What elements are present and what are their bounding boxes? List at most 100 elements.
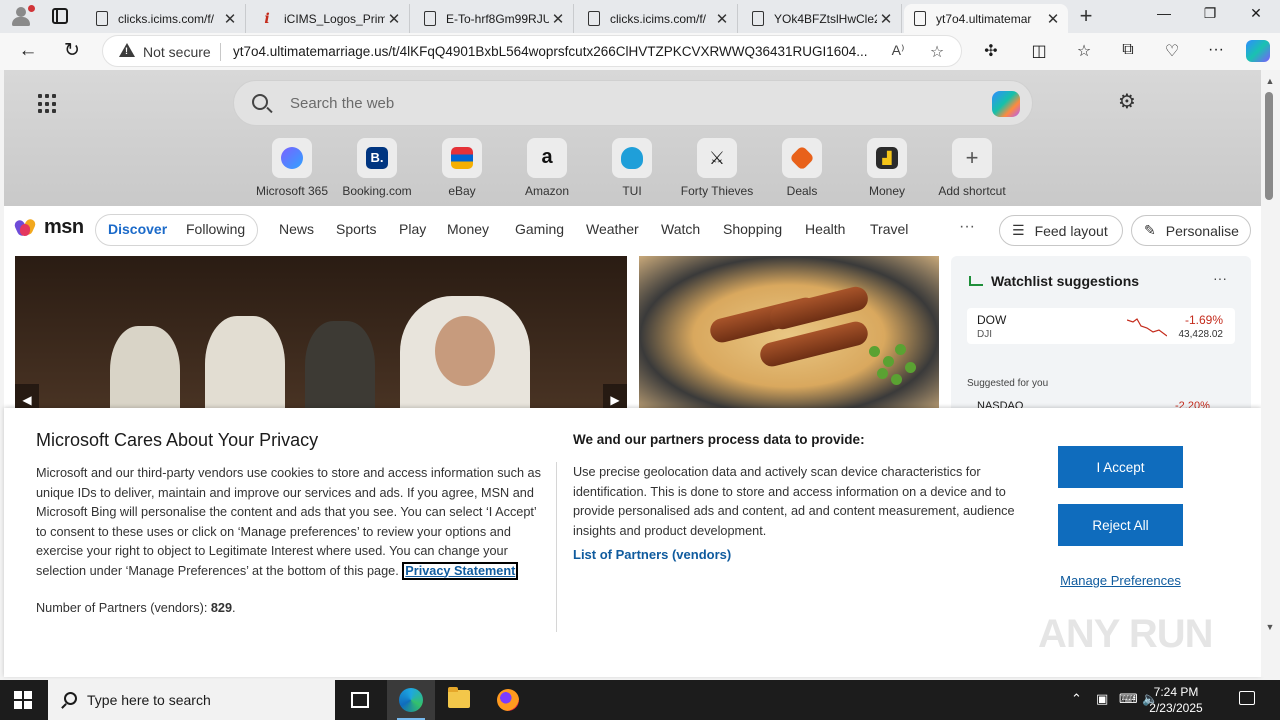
close-tab-icon[interactable]: ✕ <box>385 10 403 28</box>
tab-following[interactable]: Following <box>186 221 245 237</box>
favorites-icon[interactable]: ☆ <box>1072 41 1096 63</box>
windows-start-icon[interactable] <box>14 691 32 709</box>
close-tab-icon[interactable]: ✕ <box>1044 10 1062 28</box>
web-search-box[interactable]: Search the web <box>233 80 1033 126</box>
split-screen-icon[interactable]: ◫ <box>1027 41 1051 63</box>
edge-taskbar-button[interactable] <box>387 680 435 720</box>
back-arrow-icon[interactable]: ← <box>14 39 42 63</box>
nav-play[interactable]: Play <box>399 221 426 237</box>
nav-weather[interactable]: Weather <box>586 221 639 237</box>
partners-list-link[interactable]: List of Partners (vendors) <box>573 547 731 562</box>
browser-tab[interactable]: clicks.icims.com/f/ ✕ <box>86 4 246 33</box>
copilot-icon[interactable] <box>1246 40 1270 62</box>
reject-all-button[interactable]: Reject All <box>1058 504 1183 546</box>
scroll-up-icon[interactable]: ▲ <box>1264 76 1276 86</box>
extensions-puzzle-icon[interactable]: ✣ <box>979 41 1003 63</box>
network-icon[interactable]: ⌨ <box>1119 691 1138 707</box>
add-shortcut-button[interactable]: + Add shortcut <box>932 138 1012 198</box>
nav-sports[interactable]: Sports <box>336 221 376 237</box>
collections-icon[interactable]: ⧉ <box>1116 41 1140 63</box>
nav-money[interactable]: Money <box>447 221 489 237</box>
shortcut-label: Amazon <box>524 184 570 198</box>
close-tab-icon[interactable]: ✕ <box>549 10 567 28</box>
scroll-down-icon[interactable]: ▼ <box>1264 622 1276 632</box>
shortcut-microsoft365[interactable]: Microsoft 365 <box>252 138 332 198</box>
read-aloud-icon[interactable]: A⁾ <box>887 42 909 59</box>
profile-avatar-icon[interactable] <box>9 5 35 27</box>
app-launcher-icon[interactable] <box>38 94 58 114</box>
tab-actions-icon[interactable] <box>52 8 68 24</box>
shortcut-money[interactable]: ▟ Money <box>847 138 927 198</box>
gear-icon[interactable]: ⚙ <box>1117 92 1137 112</box>
browser-tab[interactable]: i iCIMS_Logos_Prim ✕ <box>250 4 410 33</box>
taskbar-search-box[interactable]: Type here to search <box>48 680 335 720</box>
task-view-button[interactable] <box>336 680 384 720</box>
chevron-up-icon[interactable]: ⌃ <box>1071 691 1082 707</box>
partners-count-value: 829 <box>210 601 233 615</box>
nav-travel[interactable]: Travel <box>870 221 908 237</box>
browser-tab[interactable]: clicks.icims.com/f/ ✕ <box>578 4 738 33</box>
news-card-image[interactable] <box>15 256 627 416</box>
file-explorer-button[interactable] <box>435 680 483 720</box>
notification-icon[interactable] <box>1239 691 1255 705</box>
privacy-statement-link[interactable]: Privacy Statement <box>402 561 519 580</box>
browser-tab[interactable]: E-To-hrf8Gm99RJU ✕ <box>414 4 574 33</box>
deals-tag-icon <box>789 145 815 171</box>
close-window-icon[interactable]: ✕ <box>1233 5 1279 22</box>
more-options-icon[interactable]: ··· <box>1204 41 1228 63</box>
privacy-body: Microsoft and our third-party vendors us… <box>36 464 546 581</box>
close-tab-icon[interactable]: ✕ <box>713 10 731 28</box>
shortcut-tui[interactable]: TUI <box>592 138 672 198</box>
tab-title: clicks.icims.com/f/ <box>118 11 214 26</box>
quote-row[interactable]: DOW DJI -1.69% 43,428.02 <box>967 308 1235 344</box>
close-tab-icon[interactable]: ✕ <box>221 10 239 28</box>
privacy-title: Microsoft Cares About Your Privacy <box>36 430 319 450</box>
nav-watch[interactable]: Watch <box>661 221 700 237</box>
shortcut-ebay[interactable]: eBay <box>422 138 502 198</box>
copilot-icon[interactable] <box>992 91 1020 117</box>
feed-layout-button[interactable]: ☰ Feed layout <box>999 215 1123 246</box>
more-nav-icon[interactable]: ··· <box>959 218 975 236</box>
browser-tab[interactable]: YOk4BFZtslHwCle2 ✕ <box>742 4 902 33</box>
nav-news[interactable]: News <box>279 221 314 237</box>
partners-count: Number of Partners (vendors): 829. <box>36 601 236 615</box>
scroll-thumb[interactable] <box>1265 92 1273 200</box>
shortcut-booking[interactable]: B. Booking.com <box>337 138 417 198</box>
tab-discover[interactable]: Discover <box>108 221 167 237</box>
minimize-icon[interactable]: — <box>1141 5 1187 21</box>
process-title: We and our partners process data to prov… <box>573 432 865 447</box>
url-text[interactable]: yt7o4.ultimatemarriage.us/t/4lKFqQ4901Bx… <box>233 44 873 59</box>
food-card-image[interactable] <box>639 256 939 416</box>
restore-icon[interactable]: ❐ <box>1187 5 1233 22</box>
warning-icon[interactable] <box>119 43 135 57</box>
task-view-icon <box>351 692 369 708</box>
refresh-icon[interactable]: ↻ <box>58 39 86 63</box>
personalise-label: Personalise <box>1165 222 1239 239</box>
new-tab-plus-icon[interactable]: + <box>1076 5 1096 27</box>
accept-button[interactable]: I Accept <box>1058 446 1183 488</box>
nav-health[interactable]: Health <box>805 221 845 237</box>
shortcut-amazon[interactable]: a Amazon <box>507 138 587 198</box>
nav-gaming[interactable]: Gaming <box>515 221 564 237</box>
more-options-icon[interactable]: ··· <box>1213 270 1227 286</box>
tab-strip: clicks.icims.com/f/ ✕ i iCIMS_Logos_Prim… <box>0 0 1280 33</box>
firefox-taskbar-button[interactable] <box>484 680 532 720</box>
device-icon[interactable]: ▣ <box>1096 691 1108 707</box>
shortcut-deals[interactable]: Deals <box>762 138 842 198</box>
msn-logo[interactable]: msn <box>13 216 84 239</box>
security-status[interactable]: Not secure <box>143 44 211 60</box>
chart-up-icon <box>969 276 983 286</box>
system-clock[interactable]: 7:24 PM 2/23/2025 <box>1140 684 1212 716</box>
browser-tab-active[interactable]: yt7o4.ultimatemar ✕ <box>904 4 1068 33</box>
manage-preferences-link[interactable]: Manage Preferences <box>1058 573 1183 588</box>
close-tab-icon[interactable]: ✕ <box>877 10 895 28</box>
browser-essentials-icon[interactable]: ♡ <box>1160 41 1184 63</box>
personalise-button[interactable]: ✎ Personalise <box>1131 215 1251 246</box>
page-scrollbar[interactable]: ▲ ▼ <box>1261 70 1280 677</box>
favorite-star-icon[interactable]: ☆ <box>926 42 948 62</box>
watchlist-title[interactable]: Watchlist suggestions <box>991 273 1139 289</box>
nav-shopping[interactable]: Shopping <box>723 221 782 237</box>
address-bar[interactable]: Not secure yt7o4.ultimatemarriage.us/t/4… <box>102 35 962 67</box>
sliders-icon: ☰ <box>1012 222 1025 238</box>
shortcut-forty-thieves[interactable]: ⚔ Forty Thieves <box>677 138 757 198</box>
